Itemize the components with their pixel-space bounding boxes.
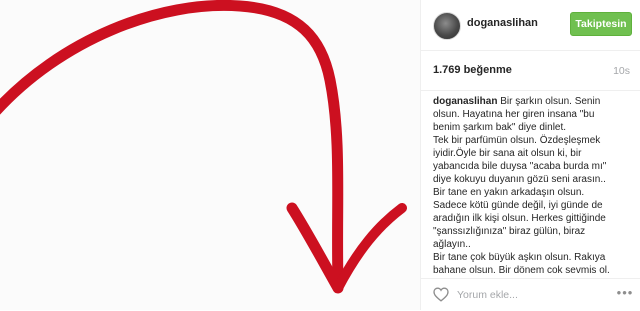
caption-line: Sadece kötü günde değil, iyi günde de: [433, 200, 603, 211]
avatar[interactable]: [433, 12, 461, 40]
caption-username-link[interactable]: doganaslihan: [433, 96, 497, 107]
caption-first-line: doganaslihan Bir şarkın olsun. Senin: [433, 95, 633, 108]
caption-line: Bir tane çok büyük aşkın olsun. Rakıya: [433, 252, 606, 263]
caption-line: bahane olsun. Bir dönem çok sevmiş ol,: [433, 265, 610, 273]
post-time[interactable]: 10s: [613, 65, 630, 77]
follow-button[interactable]: Takiptesin: [570, 12, 632, 36]
red-arrow-drawing: [0, 0, 407, 294]
caption-line: "şanssızlığınıza" biraz gülün, biraz: [433, 226, 586, 237]
caption-line: iyidir.Öyle bir sana ait olsun ki, bir: [433, 148, 582, 159]
post-image[interactable]: [0, 0, 420, 310]
caption-line: diye kokuyu duyanın gözü seni arasın..: [433, 174, 606, 185]
post-sidebar: doganaslihan Takiptesin 1.769 beğenme 10…: [420, 0, 640, 310]
caption-line: ağlayın..: [433, 239, 471, 250]
more-options-icon[interactable]: •••: [616, 286, 634, 301]
caption-line: Bir tane en yakın arkadaşın olsun.: [433, 187, 585, 198]
likes-count[interactable]: 1.769 beğenme: [433, 64, 512, 76]
caption-line: benim şarkım bak" diye dinlet.: [433, 122, 567, 133]
username-link[interactable]: doganaslihan: [467, 17, 538, 29]
caption: doganaslihan Bir şarkın olsun. Senin ols…: [433, 95, 633, 273]
caption-line: aradığın ilk kişi olsun. Herkes gittiğin…: [433, 213, 606, 224]
comment-row: •••: [421, 278, 640, 311]
caption-first-line-text: Bir şarkın olsun. Senin: [497, 96, 601, 107]
likes-row: 1.769 beğenme 10s: [421, 50, 640, 91]
post-header: doganaslihan Takiptesin: [421, 0, 640, 51]
comment-input[interactable]: [457, 287, 607, 303]
caption-line: yabancıda bile duysa "acaba burda mı": [433, 161, 607, 172]
heart-icon[interactable]: [433, 287, 449, 302]
caption-line: olsun. Hayatına her giren insana "bu: [433, 109, 595, 120]
caption-line: Tek bir parfümün olsun. Özdeşleşmek: [433, 135, 601, 146]
